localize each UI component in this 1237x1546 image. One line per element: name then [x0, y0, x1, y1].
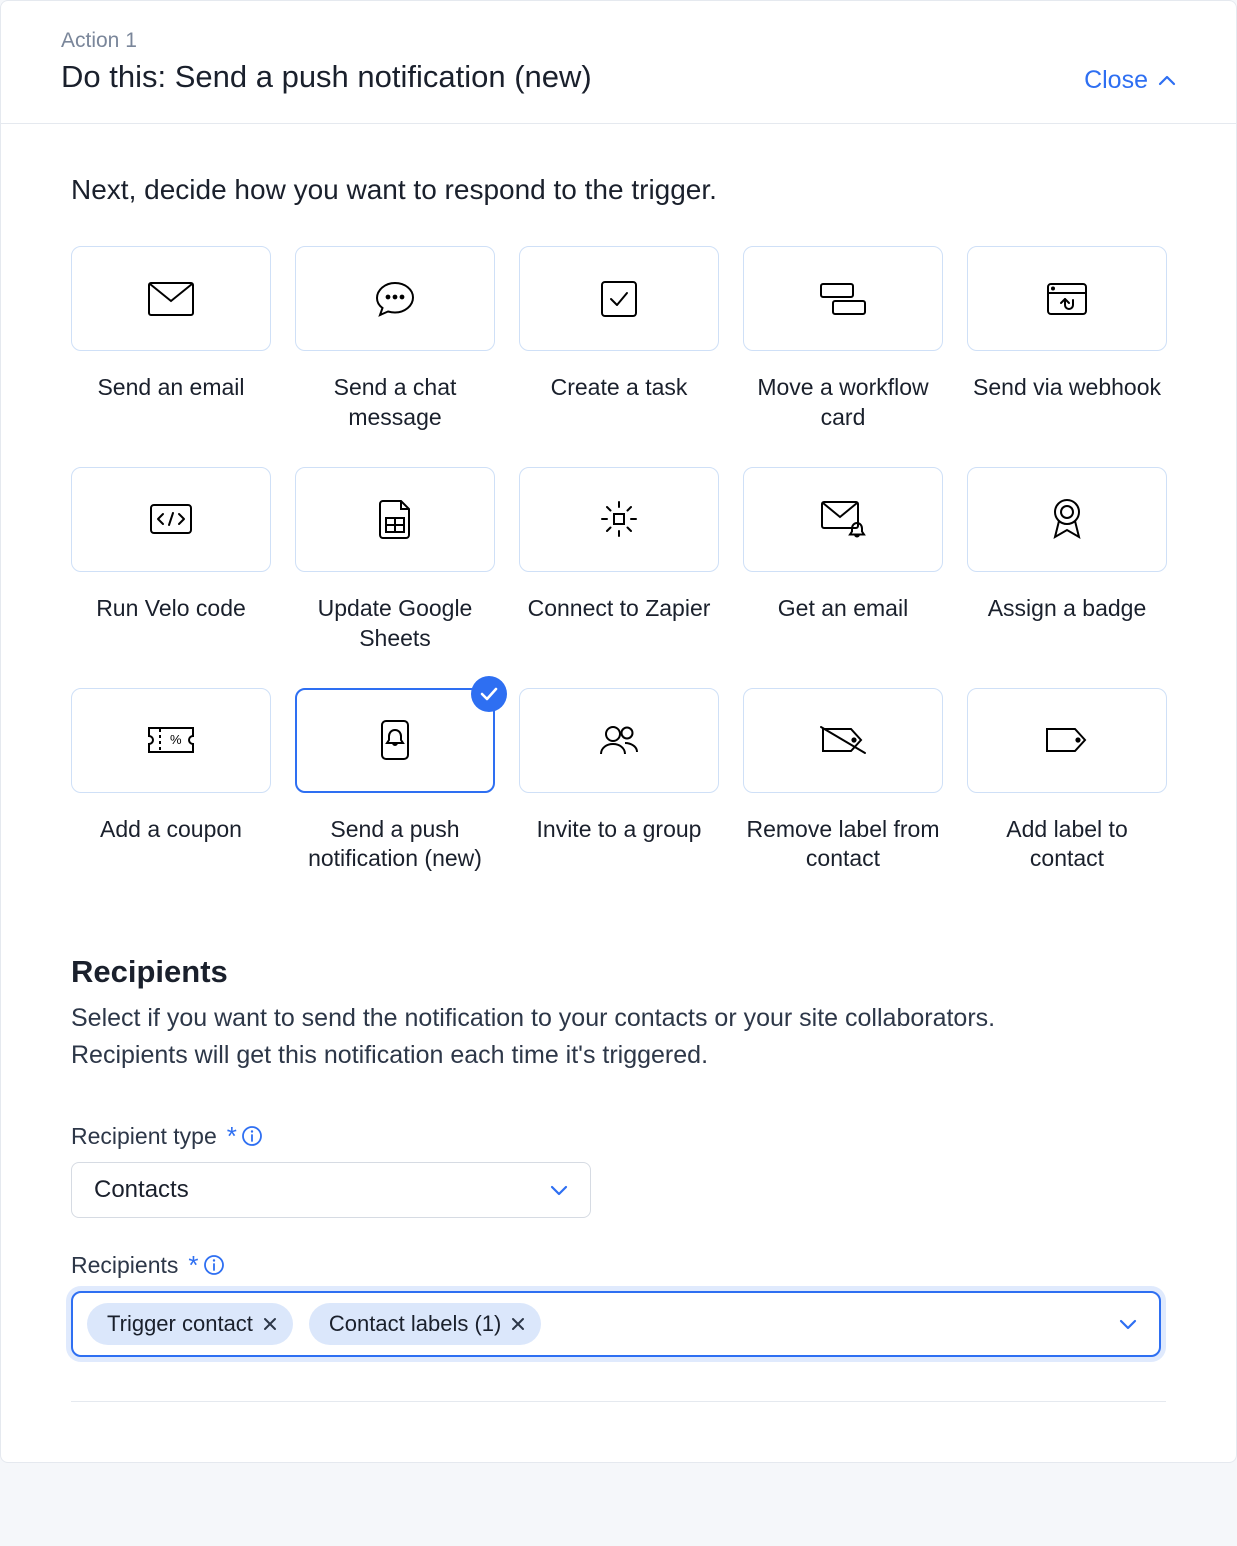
recipients-list-label: Recipients	[71, 1252, 178, 1279]
tag-slash-icon	[819, 723, 867, 757]
close-label: Close	[1084, 66, 1148, 95]
recipients-desc: Select if you want to send the notificat…	[71, 1000, 1091, 1073]
boards-icon	[818, 281, 868, 317]
action-add-coupon[interactable]: % Add a coupon	[71, 688, 271, 875]
chip-label: Contact labels (1)	[329, 1311, 501, 1337]
action-send-email[interactable]: Send an email	[71, 246, 271, 433]
actions-grid: Send an email Send a chat message Create…	[71, 246, 1166, 874]
lead-text: Next, decide how you want to respond to …	[71, 174, 1166, 206]
step-header: Action 1 Do this: Send a push notificati…	[1, 1, 1236, 124]
action-label: Assign a badge	[988, 594, 1147, 624]
chip-trigger-contact: Trigger contact	[87, 1303, 293, 1345]
action-label: Add label to contact	[967, 815, 1167, 875]
action-label: Send via webhook	[973, 373, 1161, 403]
ribbon-icon	[1048, 497, 1086, 541]
webhook-icon	[1045, 281, 1089, 317]
chip-remove-icon[interactable]	[263, 1317, 277, 1331]
action-label: Connect to Zapier	[528, 594, 711, 624]
action-update-sheets[interactable]: Update Google Sheets	[295, 467, 495, 654]
chip-label: Trigger contact	[107, 1311, 253, 1337]
action-label: Send a chat message	[295, 373, 495, 433]
step-number: Action 1	[61, 29, 592, 53]
step-title: Do this: Send a push notification (new)	[61, 59, 592, 95]
action-label: Move a workflow card	[743, 373, 943, 433]
coupon-icon: %	[146, 723, 196, 757]
people-icon	[597, 722, 641, 758]
recipient-type-label: Recipient type	[71, 1123, 217, 1150]
action-assign-badge[interactable]: Assign a badge	[967, 467, 1167, 654]
action-send-webhook[interactable]: Send via webhook	[967, 246, 1167, 433]
chip-remove-icon[interactable]	[511, 1317, 525, 1331]
selected-check-icon	[471, 676, 507, 712]
action-create-task[interactable]: Create a task	[519, 246, 719, 433]
phone-bell-icon	[378, 718, 412, 762]
gear-icon	[598, 498, 640, 540]
action-label: Update Google Sheets	[295, 594, 495, 654]
recipients-multiselect[interactable]: Trigger contact Contact labels (1)	[71, 1291, 1161, 1357]
required-star: *	[227, 1121, 237, 1152]
tag-icon	[1043, 723, 1091, 757]
action-label: Create a task	[551, 373, 688, 403]
svg-text:%: %	[170, 732, 182, 747]
info-icon[interactable]	[203, 1254, 225, 1276]
action-remove-label[interactable]: Remove label from contact	[743, 688, 943, 875]
recipients-title: Recipients	[71, 954, 1166, 990]
checkbox-icon	[599, 279, 639, 319]
action-label: Send a push notification (new)	[295, 815, 495, 875]
action-invite-group[interactable]: Invite to a group	[519, 688, 719, 875]
required-star: *	[188, 1250, 198, 1281]
sheet-icon	[377, 498, 413, 540]
divider	[71, 1401, 1166, 1402]
action-move-workflow[interactable]: Move a workflow card	[743, 246, 943, 433]
recipient-type-select[interactable]: Contacts	[71, 1162, 591, 1218]
action-send-chat[interactable]: Send a chat message	[295, 246, 495, 433]
recipient-type-value: Contacts	[94, 1176, 189, 1204]
envelope-icon	[147, 281, 195, 317]
chevron-down-icon	[550, 1184, 568, 1196]
action-label: Get an email	[778, 594, 908, 624]
chat-icon	[373, 279, 417, 319]
action-push-notification[interactable]: Send a push notification (new)	[295, 688, 495, 875]
action-label: Invite to a group	[537, 815, 702, 845]
action-label: Run Velo code	[96, 594, 246, 624]
chevron-up-icon	[1158, 75, 1176, 87]
action-add-label[interactable]: Add label to contact	[967, 688, 1167, 875]
action-label: Remove label from contact	[743, 815, 943, 875]
close-button[interactable]: Close	[1084, 66, 1176, 95]
chip-contact-labels: Contact labels (1)	[309, 1303, 541, 1345]
info-icon[interactable]	[241, 1125, 263, 1147]
action-get-email[interactable]: Get an email	[743, 467, 943, 654]
action-label: Add a coupon	[100, 815, 242, 845]
action-connect-zapier[interactable]: Connect to Zapier	[519, 467, 719, 654]
code-icon	[148, 502, 194, 536]
action-label: Send an email	[97, 373, 244, 403]
action-run-velo[interactable]: Run Velo code	[71, 467, 271, 654]
chevron-down-icon	[1119, 1318, 1137, 1330]
mail-bell-icon	[819, 499, 867, 539]
